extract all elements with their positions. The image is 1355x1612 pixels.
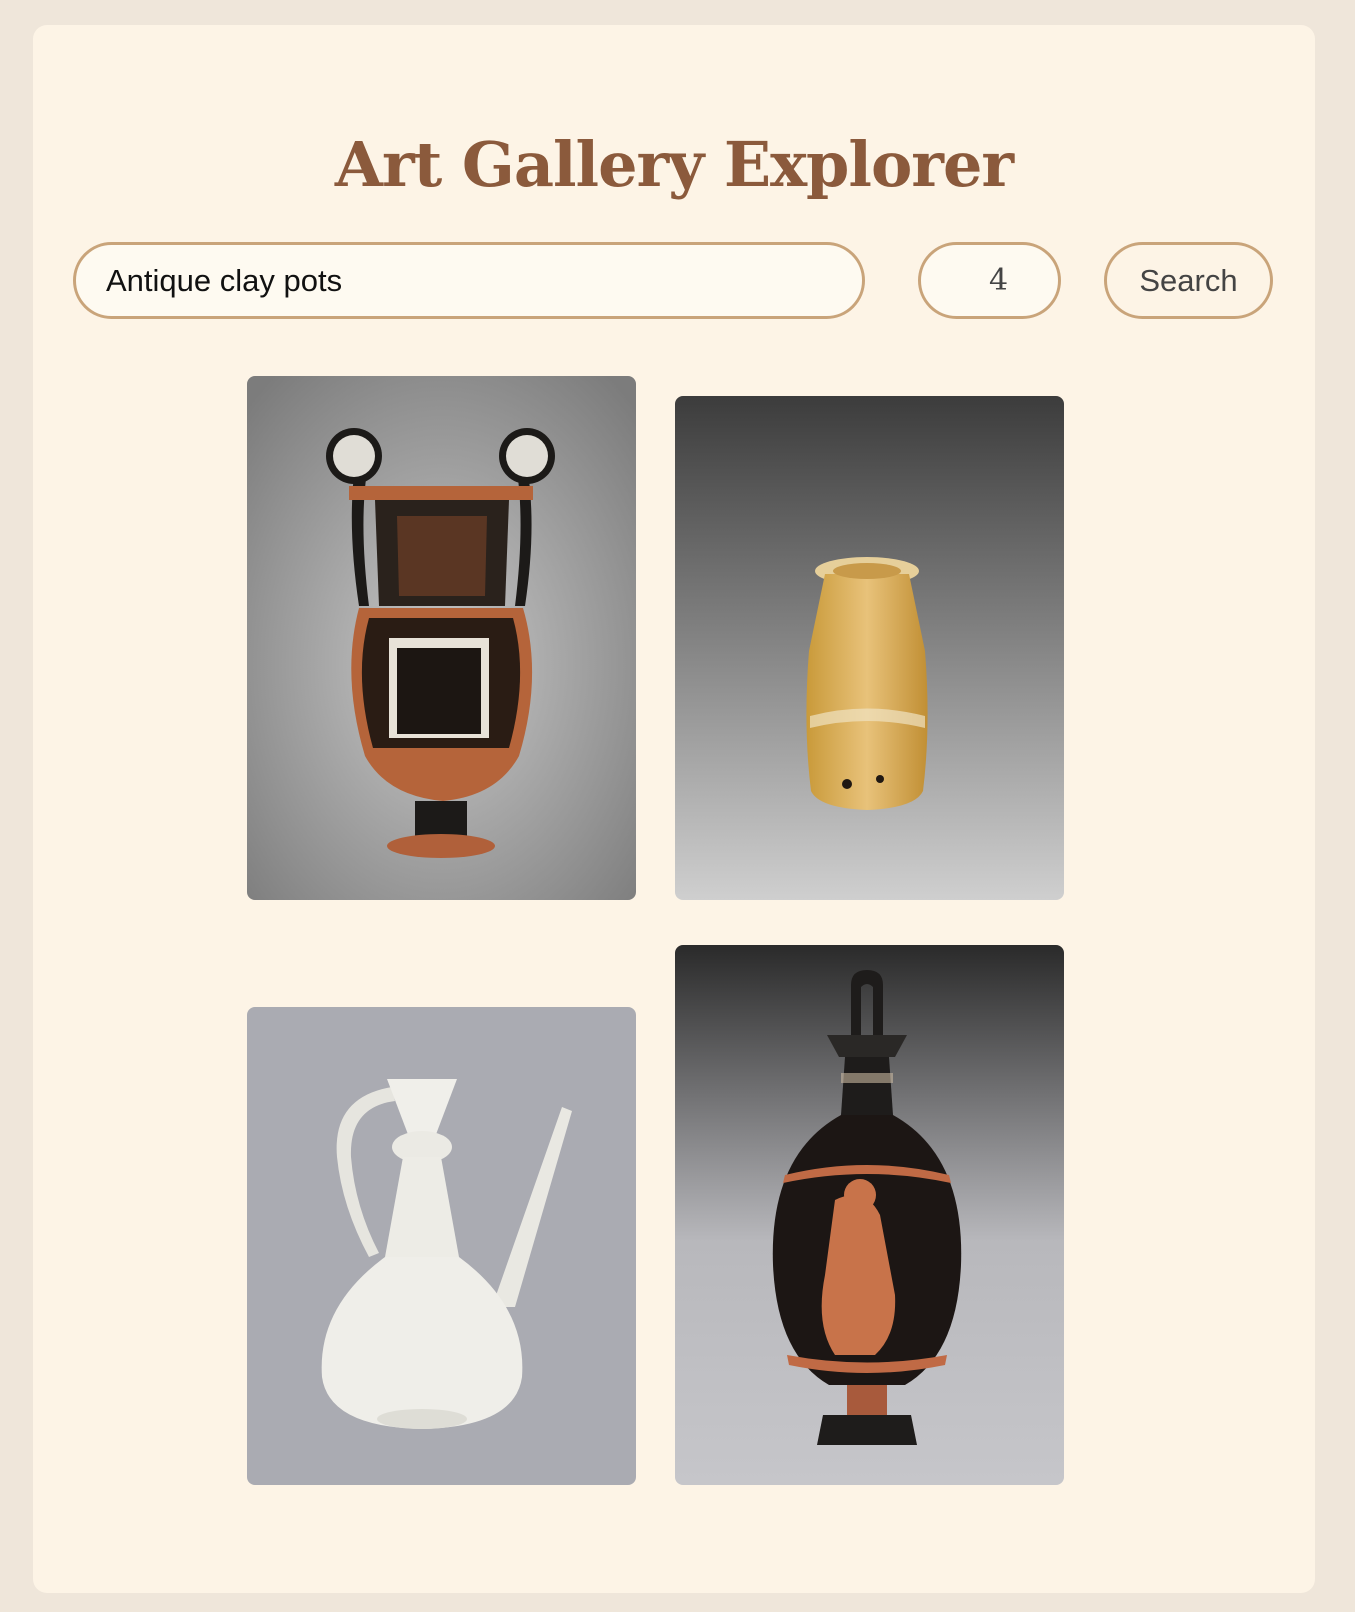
search-button[interactable]: Search <box>1104 242 1273 319</box>
artwork-image-3[interactable] <box>247 1007 636 1485</box>
artwork-image-4[interactable] <box>675 945 1064 1485</box>
page-title: Art Gallery Explorer <box>334 128 1014 201</box>
gallery-card: Art Gallery Explorer Search <box>33 25 1315 1593</box>
artwork-image-2[interactable] <box>675 396 1064 900</box>
artwork-image-1[interactable] <box>247 376 636 900</box>
search-input[interactable] <box>73 242 865 319</box>
result-count-input[interactable] <box>918 242 1061 319</box>
